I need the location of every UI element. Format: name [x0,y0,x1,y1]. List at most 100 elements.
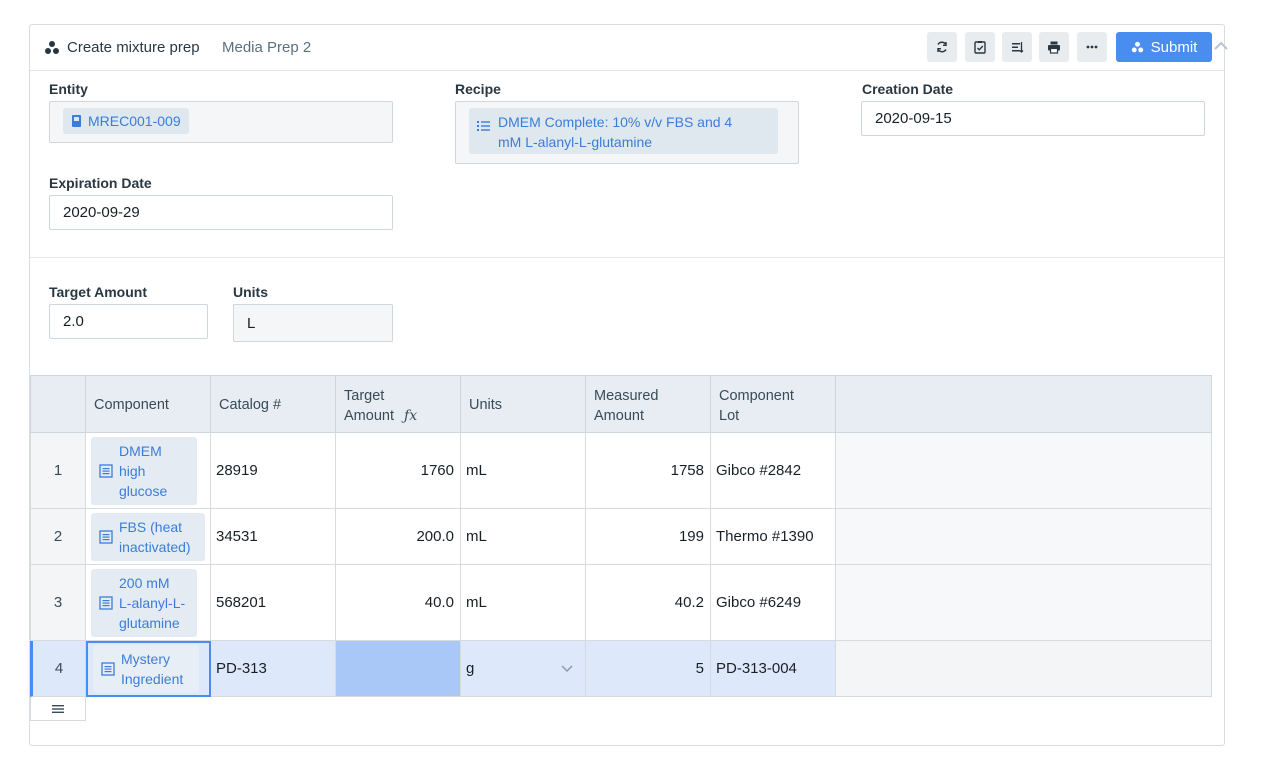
measured-value: 5 [695,660,704,677]
units-cell[interactable]: mL [461,509,586,565]
component-cell[interactable]: FBS (heat inactivated) [86,509,211,565]
creation-date-label: Creation Date [862,81,954,97]
row-index[interactable]: 3 [30,565,86,641]
component-line: L-alanyl-L- [119,594,186,611]
units-label: Units [233,284,268,300]
component-lot-cell[interactable]: Gibco #6249 [711,565,836,641]
target-amount-header[interactable]: Target Amount ƒx [336,375,461,433]
validate-button[interactable] [965,32,995,62]
catalog-header-label: Catalog # [219,397,282,413]
measured-header-line1: Measured [594,388,659,404]
units-select[interactable]: g [461,641,586,697]
units-header[interactable]: Units [461,375,586,433]
row-index[interactable]: 1 [30,433,86,509]
row-index-label: 1 [53,462,63,479]
list-icon [477,121,490,131]
target-amount-cell[interactable]: 40.0 [336,565,461,641]
submit-button[interactable]: Submit [1116,32,1212,62]
units-value: L [247,314,256,332]
component-line: inactivated) [119,538,191,555]
units-cell[interactable]: mL [461,565,586,641]
measured-amount-header[interactable]: Measured Amount [586,375,711,433]
recipe-value-line2: mM L-alanyl-L-glutamine [498,134,653,150]
component-chip[interactable]: Mystery Ingredient [93,645,199,693]
mixture-icon [1131,41,1143,52]
document-icon [99,595,113,610]
units-cell[interactable]: mL [461,433,586,509]
measured-amount-cell[interactable]: 1758 [586,433,711,509]
sort-button[interactable] [1002,32,1032,62]
target-value: 40.0 [424,594,454,611]
units-field[interactable]: L [233,304,393,342]
document-icon [99,529,113,544]
component-line: 200 mM [119,574,170,591]
row-index-label: 4 [54,660,64,677]
component-cell[interactable]: Mystery Ingredient [86,641,211,697]
target-value: 200.0 [416,528,454,545]
row-index[interactable]: 2 [30,509,86,565]
catalog-header[interactable]: Catalog # [211,375,336,433]
component-line: glucose [119,482,168,499]
print-button[interactable] [1039,32,1069,62]
catalog-cell[interactable]: 28919 [211,433,336,509]
component-chip[interactable]: 200 mM L-alanyl-L-glutamine [91,568,197,637]
component-lot-cell[interactable]: Gibco #2842 [711,433,836,509]
refresh-icon [937,41,947,53]
recipe-value-line1: DMEM Complete: 10% v/v FBS and 4 [498,114,733,130]
target-amount-field[interactable]: 2.0 [49,304,208,339]
target-amount-cell[interactable]: 200.0 [336,509,461,565]
row-filler [836,565,1212,641]
row-index[interactable]: 4 [30,641,86,697]
index-header [30,375,86,433]
entity-value: MREC001-009 [88,113,181,129]
component-line: FBS (heat [119,518,183,535]
header-filler [836,375,1212,433]
catalog-cell[interactable]: 34531 [211,509,336,565]
chevron-down-icon [561,664,573,672]
catalog-value: 568201 [216,594,267,611]
measured-amount-cell[interactable]: 5 [586,641,711,697]
measured-amount-cell[interactable]: 199 [586,509,711,565]
catalog-cell[interactable]: PD-313 [211,641,336,697]
component-chip[interactable]: DMEM high glucose [91,436,197,505]
catalog-cell[interactable]: 568201 [211,565,336,641]
creation-date-field[interactable]: 2020-09-15 [861,101,1205,136]
row-filler [836,641,1212,697]
recipe-chip[interactable]: DMEM Complete: 10% v/v FBS and 4 mM L-al… [469,108,778,154]
units-value: mL [466,594,487,611]
target-amount-cell[interactable]: 1760 [336,433,461,509]
document-icon [101,662,115,676]
section-divider [30,257,1224,258]
units-header-label: Units [469,397,503,413]
component-line: high [119,462,146,479]
measured-header-line2: Amount [594,408,644,424]
component-lot-cell[interactable]: PD-313-004 [711,641,836,697]
table-menu-button[interactable] [30,697,86,721]
formula-icon: ƒx [404,408,418,424]
component-line: DMEM [119,442,162,459]
component-cell[interactable]: 200 mM L-alanyl-L-glutamine [86,565,211,641]
more-button[interactable] [1077,32,1107,62]
units-value: mL [466,462,487,479]
refresh-button[interactable] [927,32,957,62]
lot-header-line1: Component [719,388,794,404]
component-lot-header[interactable]: Component Lot [711,375,836,433]
expiration-date-field[interactable]: 2020-09-29 [49,195,393,230]
more-icon [1086,45,1098,49]
units-value: g [466,660,475,677]
entity-chip[interactable]: MREC001-009 [63,108,189,134]
print-icon [1048,41,1060,54]
page-title: Create mixture prep [67,39,200,56]
target-amount-cell[interactable] [336,641,461,697]
component-lot-cell[interactable]: Thermo #1390 [711,509,836,565]
row-filler [836,433,1212,509]
entity-label: Entity [49,81,88,97]
component-line: glutamine [119,614,180,631]
component-header[interactable]: Component [86,375,211,433]
measured-amount-cell[interactable]: 40.2 [586,565,711,641]
component-cell[interactable]: DMEM high glucose [86,433,211,509]
lot-value: Thermo #1390 [716,528,814,545]
row-filler [836,509,1212,565]
component-chip[interactable]: FBS (heat inactivated) [91,512,205,561]
chevron-up-icon[interactable] [1212,37,1230,55]
